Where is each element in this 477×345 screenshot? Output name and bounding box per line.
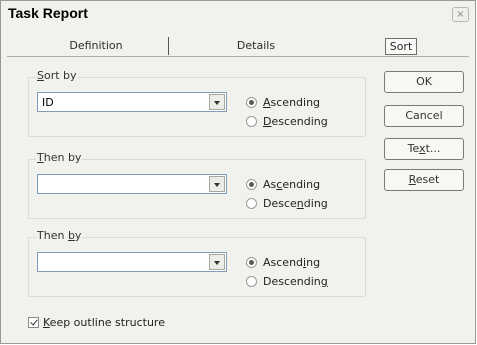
sort-by-label: Sort by	[36, 69, 78, 82]
task-report-dialog: Task Report × Definition Details Sort So…	[0, 0, 476, 344]
then-by-group-1: Then by Ascending Descending	[28, 151, 366, 219]
dialog-title: Task Report	[8, 5, 88, 21]
sort-by-select[interactable]: ID	[37, 92, 227, 112]
then-by-2-ascending-label: Ascending	[263, 256, 321, 269]
radio-selected-icon[interactable]	[246, 97, 257, 108]
tab-details[interactable]: Details	[226, 35, 286, 57]
tab-sort[interactable]: Sort	[385, 38, 417, 55]
radio-unselected-icon[interactable]	[246, 276, 257, 287]
then-by-label-1: Then by	[36, 151, 83, 164]
chevron-down-icon[interactable]	[209, 254, 225, 270]
keep-outline-checkbox[interactable]	[28, 317, 39, 328]
chevron-down-icon[interactable]	[209, 176, 225, 192]
radio-unselected-icon[interactable]	[246, 198, 257, 209]
tab-divider-line	[7, 56, 469, 57]
then-by-2-descending-label: Descending	[263, 275, 328, 288]
sort-by-ascending-label: Ascending	[263, 96, 321, 109]
title-bar: Task Report ×	[1, 1, 475, 29]
then-by-select-2[interactable]	[37, 252, 227, 272]
chevron-down-icon[interactable]	[209, 94, 225, 110]
then-by-label-2: Then by	[36, 229, 83, 242]
text-button[interactable]: Text...	[384, 138, 464, 160]
tab-definition[interactable]: Definition	[61, 35, 131, 57]
ok-button[interactable]: OK	[384, 71, 464, 93]
close-icon[interactable]: ×	[452, 7, 469, 22]
sort-by-group: Sort by ID Ascending Descending	[28, 69, 366, 137]
then-by-1-ascending-label: Ascending	[263, 178, 321, 191]
radio-selected-icon[interactable]	[246, 257, 257, 268]
sort-by-value: ID	[42, 96, 54, 109]
radio-unselected-icon[interactable]	[246, 116, 257, 127]
keep-outline-label: Keep outline structure	[43, 316, 165, 329]
then-by-select-1[interactable]	[37, 174, 227, 194]
sort-by-descending-label: Descending	[263, 115, 328, 128]
tab-divider	[168, 37, 169, 55]
radio-selected-icon[interactable]	[246, 179, 257, 190]
reset-button[interactable]: Reset	[384, 169, 464, 191]
then-by-1-descending-label: Descending	[263, 197, 328, 210]
cancel-button[interactable]: Cancel	[384, 105, 464, 127]
then-by-group-2: Then by Ascending Descending	[28, 229, 366, 297]
